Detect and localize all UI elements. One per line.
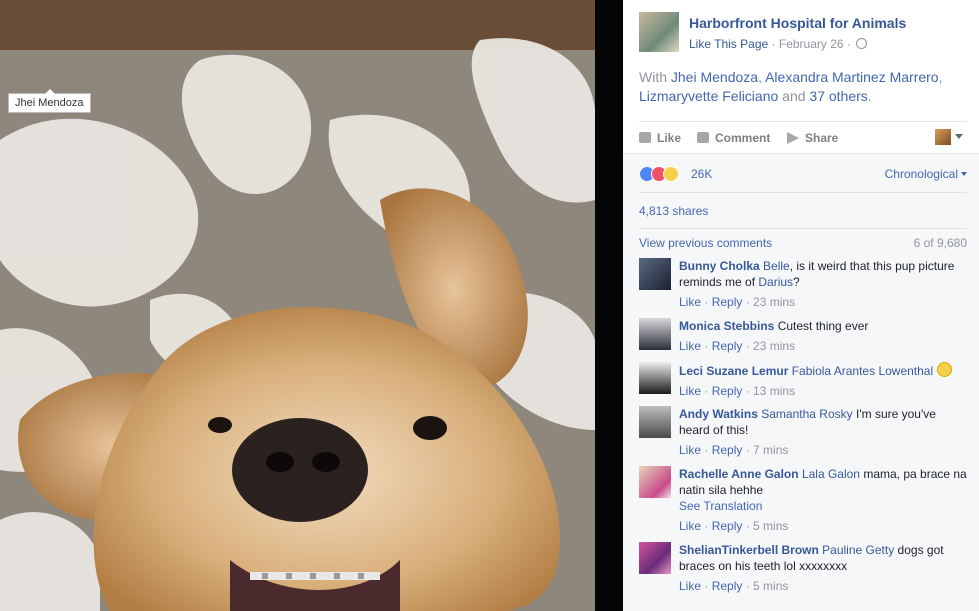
others-link[interactable]: 37 others bbox=[809, 88, 867, 104]
comment-button[interactable]: Comment bbox=[697, 131, 770, 145]
comment-meta: Like · Reply · 5 mins bbox=[679, 579, 789, 593]
reactions-row: 26K Chronological bbox=[639, 164, 967, 193]
tagged-person-link[interactable]: Lizmaryvette Feliciano bbox=[639, 88, 778, 104]
chevron-down-icon[interactable] bbox=[955, 134, 963, 139]
comment-like-link[interactable]: Like bbox=[679, 295, 701, 309]
comment-time[interactable]: 5 mins bbox=[753, 579, 788, 593]
globe-icon[interactable] bbox=[856, 38, 868, 49]
shares-row: 4,813 shares bbox=[639, 200, 967, 229]
commenter-avatar[interactable] bbox=[639, 362, 671, 394]
smile-emoji-icon bbox=[936, 362, 952, 377]
comment-button-label: Comment bbox=[715, 131, 771, 145]
post-side-panel: Harborfront Hospital for Animals Like Th… bbox=[623, 0, 979, 611]
page-avatar[interactable] bbox=[639, 12, 679, 52]
tagged-person-link[interactable]: Jhei Mendoza bbox=[671, 69, 758, 85]
comment-tag-link[interactable]: Samantha Rosky bbox=[761, 407, 852, 421]
commenter-name[interactable]: ShelianTinkerbell Brown bbox=[679, 543, 819, 557]
commenter-name[interactable]: Rachelle Anne Galon bbox=[679, 467, 799, 481]
comment-time[interactable]: 13 mins bbox=[753, 384, 795, 398]
view-previous-comments-link[interactable]: View previous comments bbox=[639, 236, 772, 250]
page-name-link[interactable]: Harborfront Hospital for Animals bbox=[689, 15, 906, 31]
reaction-count[interactable]: 26K bbox=[691, 167, 712, 181]
with-tagged-people: With Jhei Mendoza, Alexandra Martinez Ma… bbox=[639, 68, 959, 106]
comment-tag-link[interactable]: Belle bbox=[763, 259, 790, 273]
see-translation-link[interactable]: See Translation bbox=[679, 498, 969, 514]
like-button[interactable]: Like bbox=[639, 131, 681, 145]
comment-like-link[interactable]: Like bbox=[679, 384, 701, 398]
comment-meta: Like · Reply · 13 mins bbox=[679, 384, 796, 398]
meta-separator: · bbox=[846, 37, 855, 51]
comment-like-link[interactable]: Like bbox=[679, 579, 701, 593]
share-arrow-icon bbox=[787, 132, 799, 144]
dog-photo-image bbox=[0, 0, 595, 611]
comment-time[interactable]: 23 mins bbox=[753, 339, 795, 353]
commenter-avatar[interactable] bbox=[639, 466, 671, 498]
commenter-name[interactable]: Bunny Cholka bbox=[679, 259, 760, 273]
sort-dropdown[interactable]: Chronological bbox=[885, 167, 967, 181]
comment-reply-link[interactable]: Reply bbox=[712, 579, 743, 593]
comment-like-link[interactable]: Like bbox=[679, 339, 701, 353]
post-photo[interactable]: Jhei Mendoza bbox=[0, 0, 595, 611]
commenter-name[interactable]: Andy Watkins bbox=[679, 407, 758, 421]
comment-body: ShelianTinkerbell Brown Pauline Getty do… bbox=[679, 542, 969, 594]
like-page-link[interactable]: Like This Page bbox=[689, 37, 768, 51]
thumbs-up-icon bbox=[639, 132, 651, 143]
comment-time[interactable]: 5 mins bbox=[753, 519, 788, 533]
like-button-label: Like bbox=[657, 131, 682, 145]
comma: , bbox=[938, 69, 943, 85]
share-button[interactable]: Share bbox=[787, 131, 838, 145]
comment-bubble-icon bbox=[697, 132, 709, 143]
post-meta: Like This Page · February 26 · bbox=[689, 37, 868, 51]
comment-reply-link[interactable]: Reply bbox=[712, 443, 743, 457]
comments-section: 26K Chronological 4,813 shares View prev… bbox=[623, 153, 979, 611]
comment-text: ? bbox=[793, 275, 800, 289]
comment-meta: Like · Reply · 5 mins bbox=[679, 519, 789, 533]
tagged-person-link[interactable]: Alexandra Martinez Marrero bbox=[765, 69, 939, 85]
photo-divider bbox=[595, 0, 623, 611]
with-prefix: With bbox=[639, 69, 667, 85]
photo-tag-label[interactable]: Jhei Mendoza bbox=[8, 89, 91, 113]
commenter-name[interactable]: Leci Suzane Lemur bbox=[679, 364, 788, 378]
comment-reply-link[interactable]: Reply bbox=[712, 295, 743, 309]
meta-separator: · bbox=[771, 37, 779, 51]
comment-meta: Like · Reply · 7 mins bbox=[679, 443, 789, 457]
comment-body: Leci Suzane Lemur Fabiola Arantes Lowent… bbox=[679, 362, 969, 399]
comment-tag-link[interactable]: Fabiola Arantes Lowenthal bbox=[792, 364, 933, 378]
commenter-avatar[interactable] bbox=[639, 542, 671, 574]
commenter-name[interactable]: Monica Stebbins bbox=[679, 319, 774, 333]
share-button-label: Share bbox=[805, 131, 839, 145]
shares-link[interactable]: 4,813 shares bbox=[639, 200, 967, 218]
comment-body: Rachelle Anne Galon Lala Galon mama, pa … bbox=[679, 466, 969, 534]
comment-count: 6 of 9,680 bbox=[913, 236, 967, 250]
comment-time[interactable]: 23 mins bbox=[753, 295, 795, 309]
comment-tag-link[interactable]: Pauline Getty bbox=[822, 543, 894, 557]
post-actions-bar: Like Comment Share bbox=[639, 121, 967, 154]
with-and: and bbox=[782, 88, 806, 104]
comment-body: Monica Stebbins Cutest thing ever Like ·… bbox=[679, 318, 969, 354]
commenter-avatar[interactable] bbox=[639, 318, 671, 350]
comment-meta: Like · Reply · 23 mins bbox=[679, 339, 796, 353]
comment-time[interactable]: 7 mins bbox=[753, 443, 788, 457]
post-header: Harborfront Hospital for Animals Like Th… bbox=[639, 12, 969, 54]
comment-body: Bunny Cholka Belle, is it weird that thi… bbox=[679, 258, 969, 310]
comment-reply-link[interactable]: Reply bbox=[712, 339, 743, 353]
previous-comments-row: View previous comments 6 of 9,680 bbox=[639, 236, 967, 250]
comment-reply-link[interactable]: Reply bbox=[712, 519, 743, 533]
commenter-avatar[interactable] bbox=[639, 258, 671, 290]
commenter-avatar[interactable] bbox=[639, 406, 671, 438]
comment-tag-link[interactable]: Lala Galon bbox=[802, 467, 860, 481]
comment-like-link[interactable]: Like bbox=[679, 519, 701, 533]
post-as-avatar[interactable] bbox=[935, 129, 951, 145]
comment-text: Cutest thing ever bbox=[777, 319, 869, 333]
with-suffix: . bbox=[867, 88, 872, 104]
comment-like-link[interactable]: Like bbox=[679, 443, 701, 457]
comment-meta: Like · Reply · 23 mins bbox=[679, 295, 796, 309]
wow-reaction-icon[interactable] bbox=[663, 166, 679, 182]
comment-tag-link[interactable]: Darius bbox=[758, 275, 793, 289]
post-date[interactable]: February 26 bbox=[779, 37, 844, 51]
comment-reply-link[interactable]: Reply bbox=[712, 384, 743, 398]
comment-body: Andy Watkins Samantha Rosky I'm sure you… bbox=[679, 406, 969, 458]
